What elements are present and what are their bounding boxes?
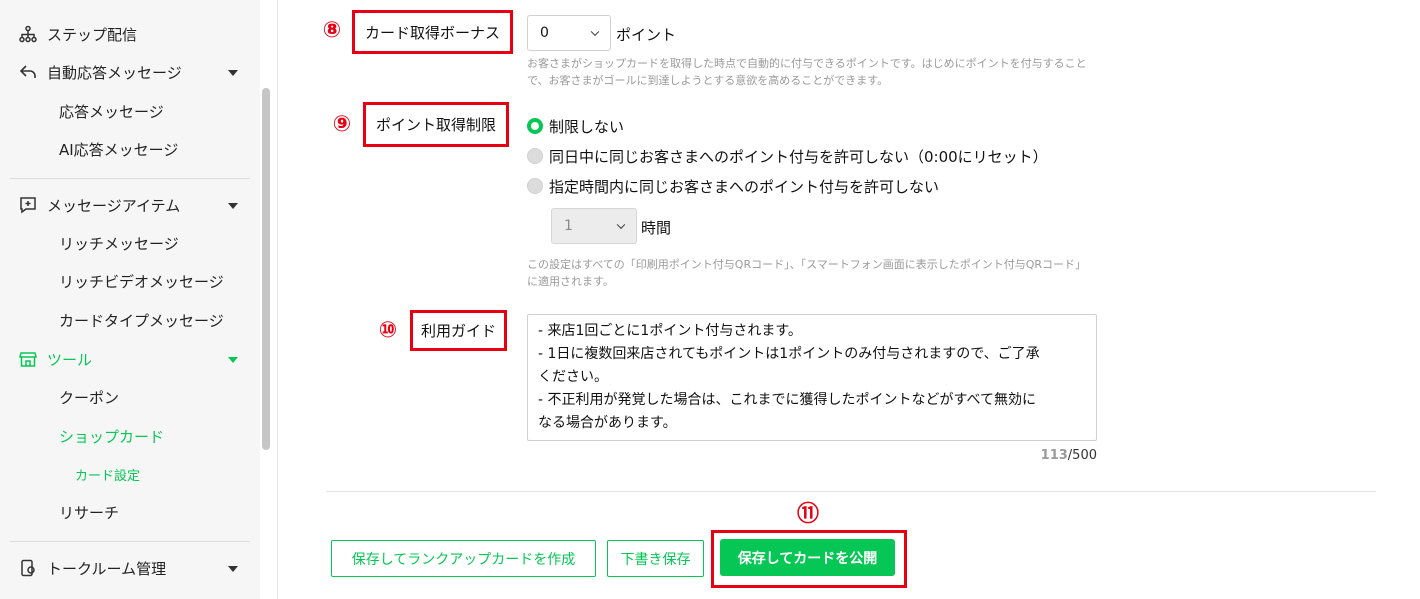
radio-label: 指定時間内に同じお客さまへのポイント付与を許可しない [549, 177, 940, 196]
sidebar-divider [10, 178, 250, 179]
sidebar-item-card-settings[interactable]: カード設定 [75, 455, 140, 493]
card-bonus-label: カード取得ボーナス [352, 10, 513, 54]
char-max: /500 [1067, 448, 1097, 463]
usage-guide-line: - 1日に複数回来店されてもポイントは1ポイントのみ付与されますので、ご了承 [538, 346, 1040, 362]
usage-guide-line: - 来店1回ごとに1ポイント付与されます。 [538, 323, 802, 339]
sidebar-divider [10, 541, 250, 542]
caret-down-icon [228, 566, 238, 572]
sidebar-scrollbar[interactable] [262, 88, 270, 450]
reply-arrow-icon [19, 63, 37, 81]
sidebar-item-coupon[interactable]: クーポン [59, 378, 119, 416]
sidebar-item-talk-room[interactable]: トークルーム管理 [0, 549, 260, 587]
sidebar-item-label: ステップ配信 [47, 25, 138, 44]
usage-guide-textarea[interactable]: - 来店1回ごとに1ポイント付与されます。 - 1日に複数回来店されてもポイント… [527, 314, 1097, 441]
point-limit-label: ポイント取得制限 [363, 102, 509, 147]
chevron-down-icon [616, 220, 626, 230]
usage-guide-line: - 不正利用が発覚した場合は、これまでに獲得したポイントなどがすべて無効に [538, 392, 1036, 408]
save-and-create-rankup-button[interactable]: 保存してランクアップカードを作成 [331, 540, 596, 577]
sidebar-item-label: 自動応答メッセージ [47, 63, 182, 82]
annotation-number-9: ⑨ [332, 112, 352, 137]
card-bonus-select[interactable]: 0 [527, 15, 611, 51]
sidebar-item-auto-reply[interactable]: 自動応答メッセージ [0, 53, 260, 91]
sidebar-item-label: トークルーム管理 [47, 559, 167, 578]
section-divider [326, 491, 1376, 492]
radio-label: 制限しない [549, 117, 625, 136]
card-bonus-unit: ポイント [616, 26, 677, 44]
sidebar-item-rich-video-message[interactable]: リッチビデオメッセージ [59, 262, 224, 300]
point-limit-help: この設定はすべての「印刷用ポイント付与QRコード」、「スマートフォン画面に表示し… [527, 258, 1087, 288]
radio-selected[interactable] [527, 118, 543, 134]
char-counter: 113/500 [1039, 448, 1097, 463]
radio-unselected[interactable] [527, 178, 543, 194]
annotation-number-8: ⑧ [322, 18, 342, 43]
shop-icon [19, 350, 37, 368]
phone-gear-icon [19, 559, 37, 577]
radio-unselected[interactable] [527, 148, 543, 164]
hours-select[interactable]: 1 [551, 208, 637, 244]
save-and-publish-button[interactable]: 保存してカードを公開 [720, 539, 895, 576]
radio-label: 同日中に同じお客さまへのポイント付与を許可しない（0:00にリセット） [549, 147, 1048, 166]
sidebar-item-research[interactable]: リサーチ [59, 493, 119, 531]
hours-value: 1 [564, 218, 573, 234]
annotation-number-10: ⑩ [378, 318, 398, 343]
sidebar-item-shop-card[interactable]: ショップカード [59, 417, 164, 455]
chevron-down-icon [590, 27, 600, 37]
radio-no-limit[interactable]: 制限しない [527, 114, 624, 138]
caret-down-icon [228, 357, 238, 363]
sidebar-item-ai-reply-message[interactable]: AI応答メッセージ [59, 130, 178, 168]
hours-unit: 時間 [641, 219, 672, 237]
sidebar-item-tools[interactable]: ツール [0, 340, 260, 378]
sidebar-item-rich-message[interactable]: リッチメッセージ [59, 224, 179, 262]
caret-down-icon [228, 70, 238, 76]
usage-guide-line: なる場合があります。 [538, 415, 677, 431]
sidebar-item-reply-message[interactable]: 応答メッセージ [59, 92, 164, 130]
hierarchy-icon [19, 25, 37, 43]
sidebar-item-step-delivery[interactable]: ステップ配信 [0, 15, 260, 53]
annotation-number-11: ⑪ [796, 502, 819, 527]
sidebar-item-card-type-message[interactable]: カードタイプメッセージ [59, 301, 224, 339]
card-bonus-help: お客さまがショップカードを取得した時点で自動的に付与できるポイントです。はじめに… [527, 57, 1087, 87]
caret-down-icon [228, 203, 238, 209]
sidebar-item-message-items[interactable]: メッセージアイテム [0, 186, 260, 224]
main-content: ⑧ カード取得ボーナス 0 ポイント お客さまがショップカードを取得した時点で自… [279, 0, 1420, 599]
char-count: 113 [1040, 448, 1068, 463]
card-bonus-value: 0 [540, 25, 549, 41]
save-draft-button[interactable]: 下書き保存 [607, 540, 704, 577]
radio-same-day-limit[interactable]: 同日中に同じお客さまへのポイント付与を許可しない（0:00にリセット） [527, 144, 1048, 168]
radio-time-limit[interactable]: 指定時間内に同じお客さまへのポイント付与を許可しない [527, 174, 939, 198]
usage-guide-line: ください。 [538, 369, 608, 385]
chat-plus-icon [19, 196, 37, 214]
sidebar: ステップ配信 自動応答メッセージ 応答メッセージ AI応答メッセージ メッセージ… [0, 0, 260, 599]
sidebar-item-label: ツール [47, 350, 93, 369]
sidebar-item-label: メッセージアイテム [47, 196, 181, 215]
usage-guide-label: 利用ガイド [410, 310, 507, 351]
